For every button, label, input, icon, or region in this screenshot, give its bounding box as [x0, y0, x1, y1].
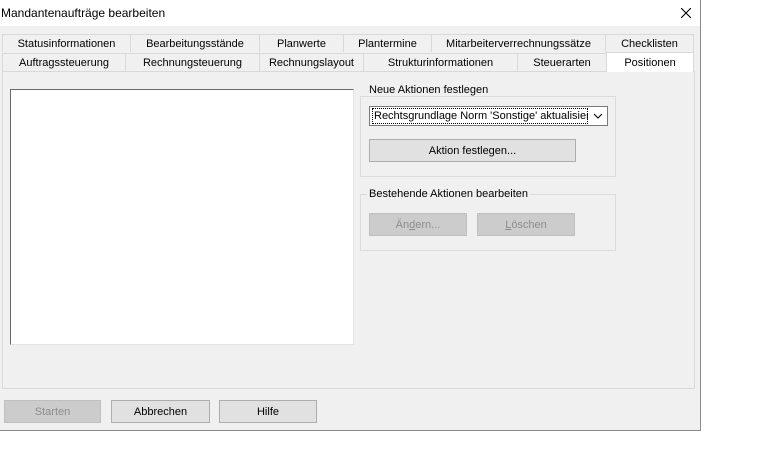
- tab-statusinformationen[interactable]: Statusinformationen: [2, 34, 131, 52]
- tab-strukturinformationen[interactable]: Strukturinformationen: [363, 53, 518, 71]
- edit-label-post: ern...: [415, 218, 441, 231]
- tab-positionen[interactable]: Positionen: [606, 52, 694, 72]
- window-title: Mandantenaufträge bearbeiten: [1, 6, 166, 20]
- tab-plantermine[interactable]: Plantermine: [343, 34, 432, 52]
- delete-action-button[interactable]: Löschen: [477, 213, 575, 236]
- help-button[interactable]: Hilfe: [219, 400, 317, 423]
- start-button[interactable]: Starten: [4, 400, 101, 423]
- tab-rechnungsteuerung[interactable]: Rechnungsteuerung: [125, 53, 260, 71]
- action-select[interactable]: Rechtsgrundlage Norm 'Sonstige' aktualis…: [369, 106, 608, 126]
- tab-auftragssteuerung[interactable]: Auftragssteuerung: [2, 53, 126, 71]
- title-bar[interactable]: Mandantenaufträge bearbeiten: [0, 0, 700, 26]
- tab-mitarbeiterverrechnungssaetze[interactable]: Mitarbeiterverrechnungssätze: [431, 34, 606, 52]
- tab-rechnungslayout[interactable]: Rechnungslayout: [259, 53, 364, 71]
- edit-action-button[interactable]: Än d ern...: [369, 213, 467, 236]
- tab-planwerte[interactable]: Planwerte: [259, 34, 344, 52]
- action-select-value: Rechtsgrundlage Norm 'Sonstige' aktualis…: [372, 108, 588, 124]
- new-actions-legend: Neue Aktionen festlegen: [367, 84, 491, 96]
- cancel-button[interactable]: Abbrechen: [111, 400, 210, 423]
- delete-label-post: öschen: [511, 218, 547, 231]
- tab-checklisten[interactable]: Checklisten: [605, 34, 694, 52]
- set-action-button[interactable]: Aktion festlegen...: [369, 139, 576, 162]
- existing-actions-legend: Bestehende Aktionen bearbeiten: [367, 188, 531, 200]
- close-icon: [681, 8, 691, 18]
- dialog-window: Mandantenaufträge bearbeiten Statusinfor…: [0, 0, 701, 431]
- chevron-down-icon[interactable]: [591, 109, 605, 123]
- tab-steuerarten[interactable]: Steuerarten: [517, 53, 607, 71]
- edit-label-pre: Än: [395, 218, 410, 231]
- tab-bearbeitungsstaende[interactable]: Bearbeitungsstände: [130, 34, 260, 52]
- positions-listbox[interactable]: [10, 89, 354, 345]
- close-button[interactable]: [672, 1, 700, 25]
